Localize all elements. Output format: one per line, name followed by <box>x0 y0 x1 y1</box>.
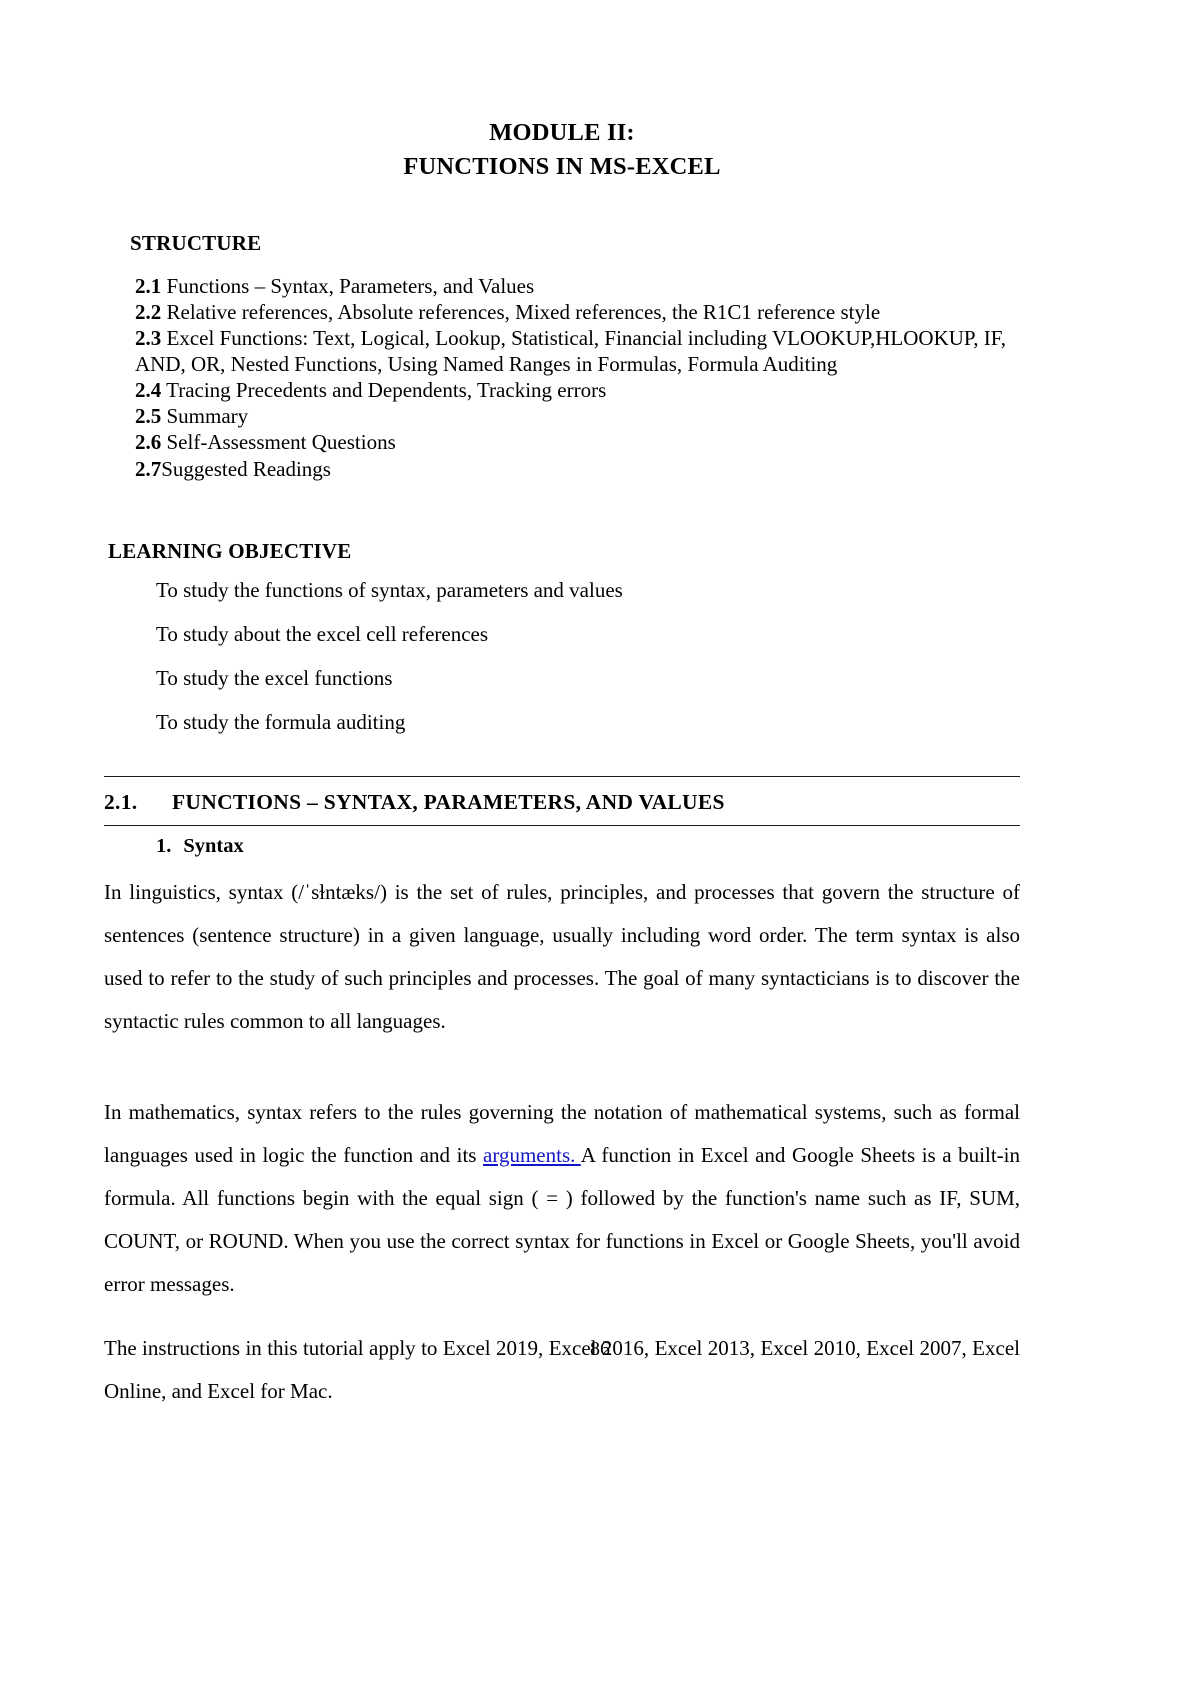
structure-item-number: 2.3 <box>135 325 162 350</box>
structure-item-number: 2.7 <box>135 456 162 481</box>
paragraph-syntax-linguistics: In linguistics, syntax (/ˈsɫntæks/) is t… <box>104 879 1020 1033</box>
learning-objective-item: To study the functions of syntax, parame… <box>156 577 623 602</box>
structure-item: 2.5 Summary <box>135 403 1020 429</box>
structure-item-text: Functions – Syntax, Parameters, and Valu… <box>161 273 535 298</box>
learning-objective-item: To study about the excel cell references <box>156 621 489 646</box>
learning-objective-item: To study the formula auditing <box>156 709 406 734</box>
structure-item-text: Self-Assessment Questions <box>161 430 396 455</box>
structure-item: 2.2 Relative references, Absolute refere… <box>135 299 1020 325</box>
arguments-link[interactable]: arguments. <box>483 1143 581 1167</box>
structure-item-number: 2.4 <box>135 378 162 403</box>
page-title: MODULE II: FUNCTIONS IN MS-EXCEL <box>104 116 1020 184</box>
structure-list: 2.1 Functions – Syntax, Parameters, and … <box>135 273 1020 482</box>
structure-item: 2.3 Excel Functions: Text, Logical, Look… <box>135 325 1020 377</box>
structure-item-number: 2.2 <box>135 299 162 324</box>
structure-item-number: 2.6 <box>135 430 162 455</box>
page-number: 86 <box>590 1338 610 1360</box>
structure-item-number: 2.5 <box>135 404 162 429</box>
paragraph-syntax-mathematics: In mathematics, syntax refers to the rul… <box>104 1091 1020 1306</box>
structure-item-number: 2.1 <box>135 273 162 298</box>
learning-objective-heading: LEARNING OBJECTIVE <box>108 538 352 563</box>
structure-item-text: Excel Functions: Text, Logical, Lookup, … <box>135 325 1006 377</box>
document-page: MODULE II: FUNCTIONS IN MS-EXCEL STRUCTU… <box>0 0 1200 1697</box>
structure-item-text: Summary <box>161 404 249 429</box>
structure-heading: STRUCTURE <box>130 230 262 255</box>
section-title: FUNCTIONS – SYNTAX, PARAMETERS, AND VALU… <box>172 789 725 814</box>
page-content: MODULE II: FUNCTIONS IN MS-EXCEL STRUCTU… <box>104 0 1020 1434</box>
section-heading: 2.1. FUNCTIONS – SYNTAX, PARAMETERS, AND… <box>104 777 1020 825</box>
subsection-heading: 1. Syntax <box>156 826 1020 861</box>
structure-item: 2.6 Self-Assessment Questions <box>135 429 1020 455</box>
structure-item: 2.1 Functions – Syntax, Parameters, and … <box>135 273 1020 299</box>
learning-objective-item: To study the excel functions <box>156 665 393 690</box>
title-line-1: MODULE II: <box>489 119 635 146</box>
structure-item: 2.4 Tracing Precedents and Dependents, T… <box>135 377 1020 403</box>
title-line-2: FUNCTIONS IN MS-EXCEL <box>403 152 721 180</box>
subsection-title: Syntax <box>183 834 244 857</box>
structure-item-text: Relative references, Absolute references… <box>161 299 881 324</box>
section-number: 2.1. <box>104 789 138 814</box>
structure-item: 2.7Suggested Readings <box>135 456 1020 482</box>
structure-item-text: Suggested Readings <box>161 456 331 481</box>
subsection-number: 1. <box>156 834 172 857</box>
learning-objective-list: To study the functions of syntax, parame… <box>156 578 1020 735</box>
structure-item-text: Tracing Precedents and Dependents, Track… <box>161 378 607 403</box>
